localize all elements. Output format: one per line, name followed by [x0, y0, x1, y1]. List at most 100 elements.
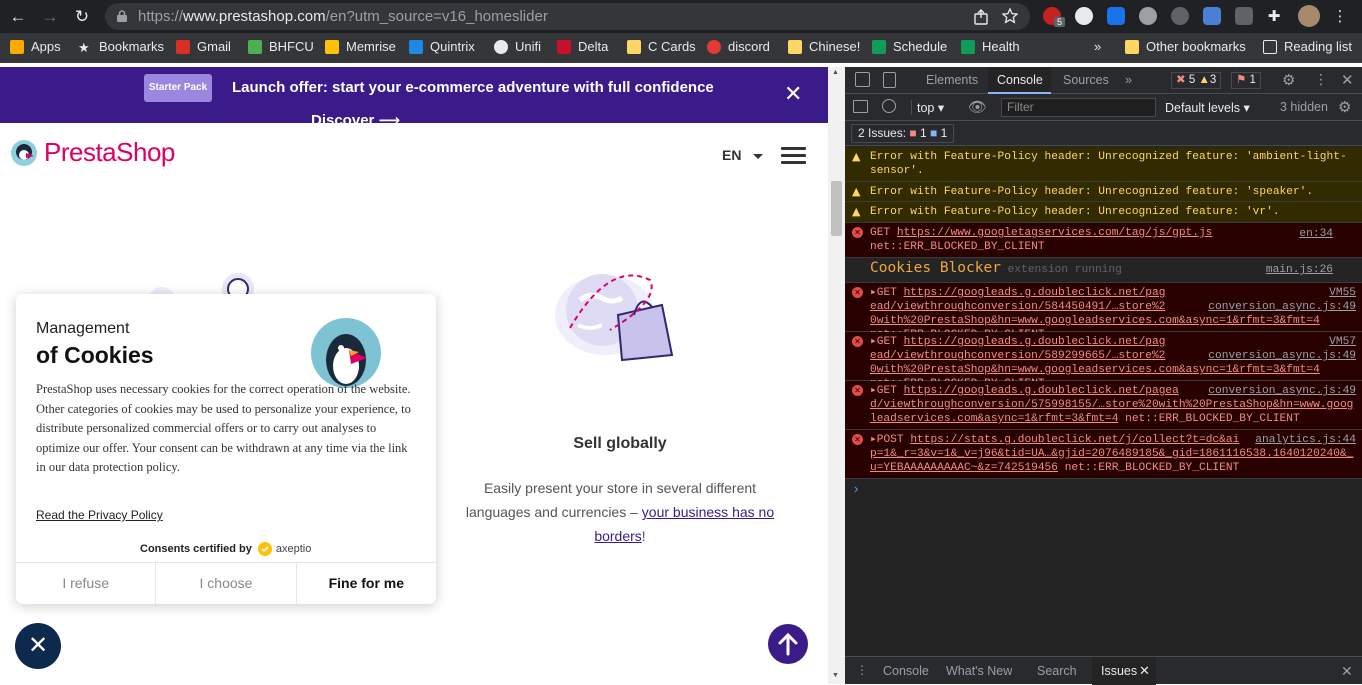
bookmark-schedule[interactable]: Schedule	[872, 39, 947, 54]
settings-gear-icon[interactable]: ⚙	[1282, 71, 1295, 89]
issue-info-icon: ■	[930, 126, 938, 140]
extension-icon-5[interactable]	[1171, 7, 1189, 25]
scrollbar-thumb[interactable]	[831, 181, 842, 236]
banner-close-icon[interactable]: ✕	[784, 83, 802, 105]
extension-badge: 5	[1054, 17, 1066, 27]
share-icon[interactable]	[973, 9, 989, 25]
warning-icon: ▲	[852, 150, 861, 163]
bookmark-other[interactable]: Other bookmarks	[1125, 39, 1246, 54]
back-icon[interactable]: ←	[7, 6, 29, 28]
error-warning-counter[interactable]: ✖ 5 ▲3	[1171, 72, 1222, 89]
discord-icon	[707, 39, 721, 54]
issues-counter[interactable]: ⚑ 1	[1231, 72, 1261, 89]
log-source-link[interactable]: en:34	[1299, 227, 1333, 241]
bookmark-chinese[interactable]: Chinese!	[788, 39, 860, 54]
console-prompt[interactable]: ›	[854, 481, 858, 496]
devtools-tabbar: Elements Console Sources » ✖ 5 ▲3 ⚑ 1 ⚙ …	[845, 67, 1362, 94]
hamburger-menu-icon[interactable]	[781, 147, 806, 165]
drawer-close-icon[interactable]: ✕	[1341, 663, 1353, 680]
d-extension-icon[interactable]	[1107, 7, 1125, 25]
console-filter-input[interactable]: Filter	[1001, 98, 1156, 117]
bookmark-c-cards[interactable]: C Cards	[627, 39, 696, 54]
log-source-link[interactable]: analytics.js:44	[1255, 434, 1356, 446]
console-warning-2: ▲ Error with Feature-Policy header: Unrec…	[845, 182, 1362, 202]
devtools-panel: Elements Console Sources » ✖ 5 ▲3 ⚑ 1 ⚙ …	[845, 67, 1362, 685]
bookmark-quintrix[interactable]: Quintrix	[409, 39, 475, 54]
scroll-down-arrow-icon[interactable]: ▼	[832, 672, 839, 679]
tab-elements[interactable]: Elements	[926, 73, 978, 87]
scroll-to-top-button[interactable]	[768, 624, 808, 664]
more-tabs-button[interactable]: »	[1125, 73, 1132, 87]
console-settings-icon[interactable]: ⚙	[1338, 98, 1351, 116]
drawer-tab-search[interactable]: Search	[1037, 664, 1077, 678]
reading-list-button[interactable]: Reading list	[1263, 39, 1352, 54]
promo-banner: Starter Pack Launch offer: start your e-…	[0, 67, 828, 123]
log-levels-dropdown[interactable]: Default levels ▾	[1165, 100, 1250, 115]
menu-dots-icon[interactable]: ⋮	[1329, 6, 1351, 28]
puzzle-extensions-icon[interactable]: ✚	[1263, 6, 1285, 28]
issues-button[interactable]: 2 Issues: ■ 1 ■ 1	[851, 124, 955, 143]
close-icon: ✕	[27, 632, 49, 659]
log-source-link[interactable]: VM55 conversion_async.js:49	[1208, 287, 1356, 313]
bookmark-discord[interactable]: discord	[707, 39, 770, 54]
bookmarks-overflow-button[interactable]: »	[1094, 39, 1101, 54]
drawer-menu-icon[interactable]: ⋮	[856, 663, 868, 677]
feature-title: Sell globally	[573, 435, 667, 452]
device-toolbar-icon[interactable]	[883, 72, 896, 88]
context-selector[interactable]: top ▾	[917, 100, 944, 115]
console-error-gpt: ✕ en:34 GET https://www.googletagservice…	[845, 223, 1362, 258]
url-text: https://www.prestashop.com/en?utm_source…	[138, 8, 548, 25]
clear-console-icon[interactable]	[882, 99, 896, 113]
bookmark-health[interactable]: Health	[961, 39, 1020, 54]
bookmark-unifi[interactable]: Unifi	[494, 39, 541, 54]
bookmark-star-icon[interactable]	[1002, 8, 1018, 24]
devtools-close-icon[interactable]: ✕	[1341, 71, 1354, 89]
prestashop-logo[interactable]: PrestaShop	[10, 137, 175, 168]
console-info-cookies-blocker: Cookies Blocker extension running main.j…	[845, 258, 1362, 283]
cookie-consent-dialog: Management of Cookies PrestaShop uses ne…	[16, 294, 436, 604]
extension-icon-4[interactable]	[1139, 7, 1157, 25]
s-extension-icon[interactable]	[1075, 7, 1093, 25]
page-scrollbar[interactable]: ▲ ▼	[828, 67, 845, 684]
language-selector[interactable]: EN	[722, 147, 741, 163]
drawer-tab-whats-new[interactable]: What's New	[946, 664, 1012, 678]
reload-icon[interactable]: ↻	[71, 6, 93, 28]
privacy-policy-link[interactable]: Read the Privacy Policy	[36, 508, 163, 522]
memrise-icon	[325, 39, 339, 54]
tab-console[interactable]: Console	[997, 73, 1043, 87]
eye-icon[interactable]: 👁	[968, 98, 987, 116]
error-icon: ✕	[852, 434, 863, 445]
devtools-menu-icon[interactable]: ⋮	[1314, 71, 1328, 88]
profile-avatar[interactable]	[1298, 5, 1320, 27]
tab-sources[interactable]: Sources	[1063, 73, 1109, 87]
bookmark-bookmarks[interactable]: ★ Bookmarks	[78, 39, 164, 55]
accept-button[interactable]: Fine for me	[295, 563, 436, 604]
discover-link[interactable]: Discover ⟶	[311, 111, 400, 123]
choose-button[interactable]: I choose	[155, 563, 295, 604]
website-viewport: Starter Pack Launch offer: start your e-…	[0, 67, 828, 684]
translate-extension-icon[interactable]	[1203, 7, 1221, 25]
forward-icon[interactable]: →	[39, 6, 61, 28]
bookmark-apps[interactable]: Apps	[10, 39, 61, 54]
bookmark-bhfcu[interactable]: BHFCU	[248, 39, 314, 54]
close-issues-tab-icon[interactable]: ✕	[1139, 663, 1150, 679]
sidebar-toggle-icon[interactable]	[853, 100, 868, 113]
extension-icon-7[interactable]	[1235, 7, 1253, 25]
bookmark-memrise[interactable]: Memrise	[325, 39, 396, 54]
log-source-link[interactable]: conversion_async.js:49	[1208, 385, 1356, 397]
inspect-element-icon[interactable]	[855, 72, 870, 87]
apps-grid-icon	[10, 39, 24, 54]
address-bar[interactable]: https://www.prestashop.com/en?utm_source…	[105, 3, 1030, 30]
scroll-up-arrow-icon[interactable]: ▲	[832, 69, 839, 76]
bookmark-delta[interactable]: Delta	[557, 39, 608, 54]
drawer-tab-issues[interactable]: Issues	[1101, 664, 1137, 678]
drawer-tab-console[interactable]: Console	[883, 664, 929, 678]
cookie-body-text: PrestaShop uses necessary cookies for th…	[36, 382, 411, 474]
log-source-link[interactable]: main.js:26	[1266, 263, 1333, 277]
chevron-down-icon[interactable]	[753, 154, 763, 159]
refuse-button[interactable]: I refuse	[16, 563, 155, 604]
log-url-link[interactable]: https://www.googletagservices.com/tag/js…	[897, 227, 1213, 239]
log-source-link[interactable]: VM57 conversion_async.js:49	[1208, 336, 1356, 362]
cookie-close-button[interactable]: ✕	[15, 623, 61, 669]
bookmark-gmail[interactable]: Gmail	[176, 39, 231, 54]
